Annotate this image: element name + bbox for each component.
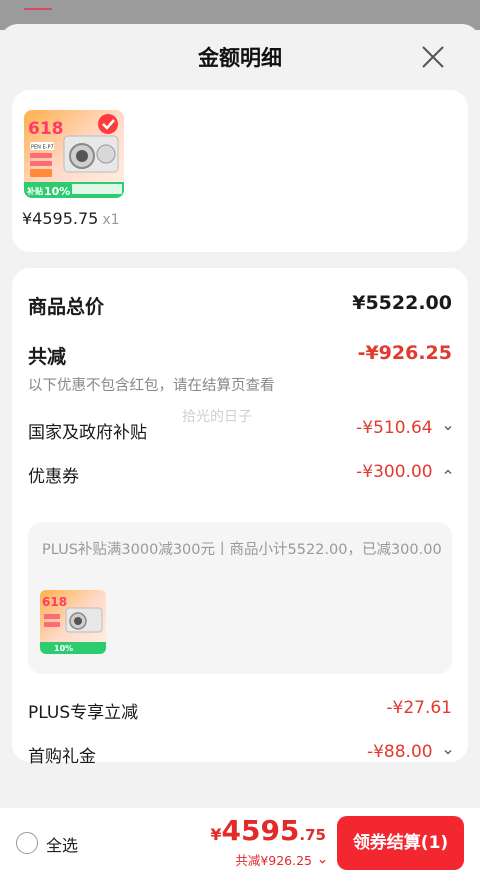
product-thumbnail[interactable]: 618 PEN E-P7 补贴 10% [24, 110, 124, 198]
total-currency: ¥ [210, 825, 222, 844]
thumb-model: PEN E-P7 [31, 145, 54, 151]
plus-discount-label: PLUS专享立减 [28, 703, 139, 723]
coupon-row[interactable]: 优惠券 -¥300.00 [28, 462, 452, 487]
first-buy-value: -¥88.00 [366, 742, 433, 762]
total-discount-row: 共减 -¥926.25 [28, 342, 452, 368]
thumb-subsidy: 补贴 [26, 186, 43, 196]
coupon-thumb-percent: 10% [54, 644, 73, 653]
close-button[interactable] [418, 42, 448, 72]
gov-subsidy-value-wrap: -¥510.64 [356, 418, 452, 438]
product-price: ¥4595.75 x1 [22, 209, 120, 228]
gov-subsidy-row[interactable]: 国家及政府补贴 -¥510.64 [28, 418, 452, 443]
total-amount: ¥4595.75 [210, 814, 326, 847]
chevron-down-icon[interactable] [444, 748, 452, 756]
discount-note: 以下优惠不包含红包，请在结算页查看 [28, 378, 275, 394]
gov-subsidy-label: 国家及政府补贴 [28, 423, 147, 443]
coupon-detail-text: PLUS补贴满3000减300元丨商品小计5522.00，已减300.00 [42, 542, 442, 558]
amount-detail-sheet: 金额明细 618 PEN E-P7 补贴 10% ¥4595.75 x1 商品总… [0, 24, 480, 876]
total-discount-summary[interactable]: 共减¥926.25 [235, 850, 326, 869]
coupon-detail-box: PLUS补贴满3000减300元丨商品小计5522.00，已减300.00 61… [28, 522, 452, 674]
first-buy-label: 首购礼金 [28, 747, 96, 767]
total-price-value: ¥5522.00 [352, 292, 452, 314]
product-price-value: ¥4595.75 [22, 209, 99, 228]
gov-subsidy-value: -¥510.64 [356, 418, 433, 438]
checkout-button[interactable]: 领券结算(1) [337, 816, 464, 870]
total-discount-summary-text: 共减¥926.25 [235, 853, 313, 868]
total-discount-value: -¥926.25 [357, 342, 452, 364]
total-price-row: 商品总价 ¥5522.00 [28, 292, 452, 318]
total-decimal: .75 [299, 826, 326, 844]
thumb-badge: 618 [28, 119, 64, 139]
close-icon [422, 46, 444, 68]
first-buy-value-wrap: -¥88.00 [367, 742, 452, 762]
first-buy-row[interactable]: 首购礼金 -¥88.00 [28, 742, 452, 767]
checkout-bar: 全选 ¥4595.75 共减¥926.25 领券结算(1) [0, 808, 480, 876]
total-integer: 4595 [221, 814, 300, 847]
chevron-up-icon[interactable] [444, 468, 452, 476]
coupon-product-image: 618 10% [40, 590, 106, 654]
product-card: 618 PEN E-P7 补贴 10% ¥4595.75 x1 [12, 90, 468, 252]
chevron-down-icon[interactable] [444, 424, 452, 432]
product-qty: x1 [102, 212, 120, 228]
plus-discount-row: PLUS专享立减 -¥27.61 [28, 698, 452, 723]
total-discount-label: 共减 [28, 346, 67, 368]
amount-details-card: 商品总价 ¥5522.00 共减 -¥926.25 以下优惠不包含红包，请在结算… [12, 268, 468, 767]
coupon-product-thumbnail[interactable]: 618 10% [40, 590, 106, 654]
coupon-label: 优惠券 [28, 467, 79, 487]
total-price-label: 商品总价 [28, 296, 105, 318]
sheet-title: 金额明细 [198, 46, 282, 70]
coupon-value-wrap: -¥300.00 [356, 462, 452, 482]
coupon-value: -¥300.00 [356, 462, 433, 482]
select-all-label[interactable]: 全选 [46, 832, 78, 856]
coupon-thumb-badge: 618 [42, 595, 67, 609]
select-all-radio[interactable] [16, 832, 38, 854]
chevron-down-icon [319, 859, 326, 864]
product-image: 618 PEN E-P7 补贴 10% [24, 110, 124, 198]
thumb-percent: 10% [44, 185, 70, 198]
background-mark [24, 8, 52, 20]
plus-discount-value: -¥27.61 [386, 698, 452, 718]
